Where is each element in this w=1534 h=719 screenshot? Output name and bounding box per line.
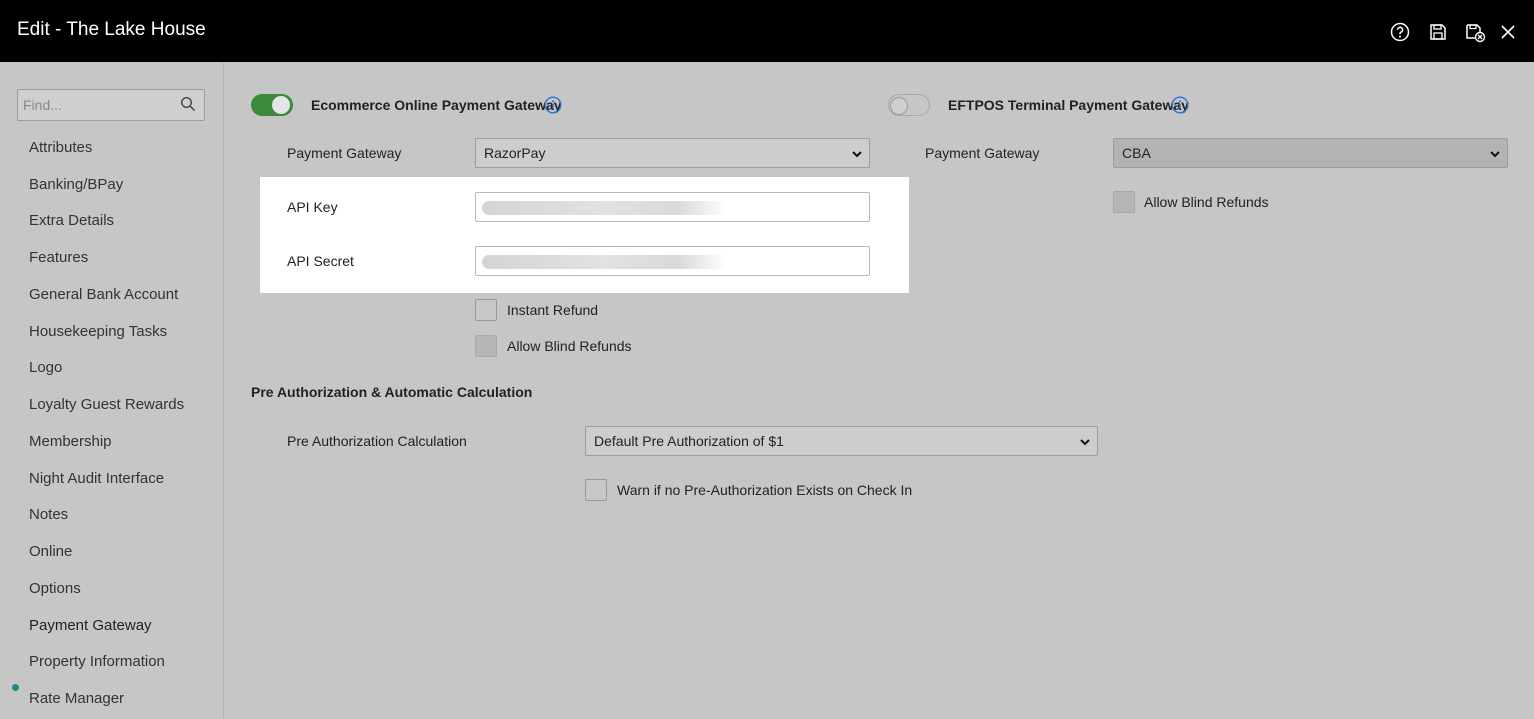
chevron-down-icon <box>1490 151 1500 158</box>
preauth-section-title: Pre Authorization & Automatic Calculatio… <box>251 384 533 400</box>
chevron-down-icon <box>852 151 862 158</box>
instant-refund-checkbox[interactable] <box>475 299 497 321</box>
window-title: Edit - The Lake House <box>17 19 206 40</box>
eftpos-payment-gateway-select[interactable]: CBA <box>1113 138 1508 168</box>
sidebar-item-extra-details[interactable]: Extra Details <box>29 212 114 229</box>
sidebar-item-features[interactable]: Features <box>29 249 88 266</box>
eftpos-gateway-label: EFTPOS Terminal Payment Gateway <box>948 97 1189 113</box>
ecommerce-allow-blind-refunds-checkbox[interactable] <box>475 335 497 357</box>
eftpos-gateway-toggle[interactable] <box>888 94 930 116</box>
api-key-label: API Key <box>287 199 338 215</box>
close-icon[interactable] <box>1497 21 1519 43</box>
redacted-value <box>482 201 727 215</box>
sidebar: Attributes Banking/BPay Extra Details Fe… <box>0 62 224 719</box>
selected-value: CBA <box>1122 145 1151 161</box>
sidebar-item-rate-manager[interactable]: Rate Manager <box>29 690 124 707</box>
selected-value: RazorPay <box>484 145 546 161</box>
title-bar: Edit - The Lake House <box>0 0 1534 62</box>
ecommerce-gateway-label: Ecommerce Online Payment Gateway <box>311 97 562 113</box>
eftpos-allow-blind-refunds-label: Allow Blind Refunds <box>1144 194 1269 210</box>
sidebar-item-loyalty-guest-rewards[interactable]: Loyalty Guest Rewards <box>29 396 184 413</box>
sidebar-item-logo[interactable]: Logo <box>29 359 62 376</box>
warn-no-preauth-label: Warn if no Pre-Authorization Exists on C… <box>617 482 913 498</box>
toggle-knob <box>890 97 908 115</box>
sidebar-item-attributes[interactable]: Attributes <box>29 139 92 156</box>
redacted-value <box>482 255 727 269</box>
sidebar-item-notes[interactable]: Notes <box>29 506 68 523</box>
active-indicator <box>12 684 19 691</box>
ecommerce-payment-gateway-label: Payment Gateway <box>287 145 402 161</box>
help-icon[interactable] <box>1389 21 1411 43</box>
search-icon[interactable] <box>180 96 196 112</box>
main-content: Ecommerce Online Payment Gateway EFTPOS … <box>225 62 1534 719</box>
sidebar-item-payment-gateway[interactable]: Payment Gateway <box>29 617 152 634</box>
toggle-knob <box>272 96 290 114</box>
sidebar-item-options[interactable]: Options <box>29 580 81 597</box>
chevron-down-icon <box>1080 439 1090 446</box>
info-icon[interactable] <box>1171 96 1189 114</box>
warn-no-preauth-checkbox[interactable] <box>585 479 607 501</box>
sidebar-item-night-audit-interface[interactable]: Night Audit Interface <box>29 470 164 487</box>
api-secret-input[interactable] <box>475 246 870 276</box>
info-icon[interactable] <box>544 96 562 114</box>
api-credentials-panel: API Key API Secret <box>260 177 909 293</box>
search-input[interactable] <box>17 89 205 121</box>
ecommerce-gateway-toggle[interactable] <box>251 94 293 116</box>
save-icon[interactable] <box>1427 21 1449 43</box>
api-secret-label: API Secret <box>287 253 354 269</box>
selected-value: Default Pre Authorization of $1 <box>594 433 784 449</box>
sidebar-item-property-information[interactable]: Property Information <box>29 653 165 670</box>
ecommerce-allow-blind-refunds-label: Allow Blind Refunds <box>507 338 632 354</box>
ecommerce-payment-gateway-select[interactable]: RazorPay <box>475 138 870 168</box>
sidebar-item-membership[interactable]: Membership <box>29 433 112 450</box>
api-key-input[interactable] <box>475 192 870 222</box>
preauth-calculation-label: Pre Authorization Calculation <box>287 433 467 449</box>
eftpos-allow-blind-refunds-checkbox[interactable] <box>1113 191 1135 213</box>
sidebar-item-online[interactable]: Online <box>29 543 72 560</box>
instant-refund-label: Instant Refund <box>507 302 599 318</box>
preauth-calculation-select[interactable]: Default Pre Authorization of $1 <box>585 426 1098 456</box>
save-and-close-icon[interactable] <box>1464 21 1486 43</box>
sidebar-item-general-bank-account[interactable]: General Bank Account <box>29 286 178 303</box>
sidebar-item-housekeeping-tasks[interactable]: Housekeeping Tasks <box>29 323 167 340</box>
sidebar-item-banking-bpay[interactable]: Banking/BPay <box>29 176 123 193</box>
eftpos-payment-gateway-label: Payment Gateway <box>925 145 1040 161</box>
